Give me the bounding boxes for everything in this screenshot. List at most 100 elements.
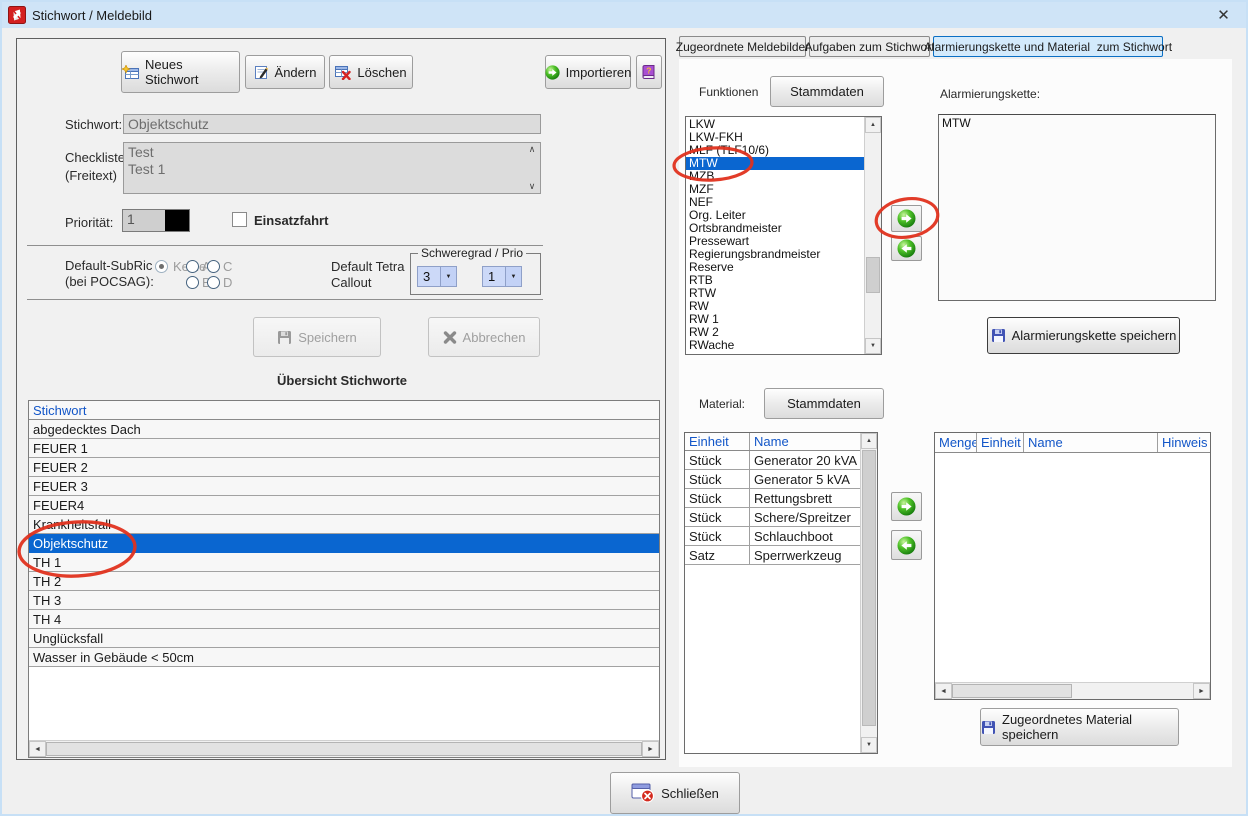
abbrechen-button[interactable]: Abbrechen: [428, 317, 540, 357]
speichern-button[interactable]: Speichern: [253, 317, 381, 357]
remove-material-button[interactable]: [891, 530, 922, 560]
funktionen-stammdaten-button[interactable]: Stammdaten: [770, 76, 884, 107]
scroll-up-icon[interactable]: ▲: [865, 117, 881, 133]
prioritaet-value: 1: [123, 210, 165, 231]
alarmierungskette-speichern-button[interactable]: Alarmierungskette speichern: [987, 317, 1180, 354]
stichwort-row[interactable]: TH 4: [29, 610, 659, 629]
prio-dropdown[interactable]: 1 ▼: [482, 266, 522, 287]
remove-from-alarmkette-button[interactable]: [891, 236, 922, 261]
schliessen-button[interactable]: Schließen: [610, 772, 740, 814]
stichwort-row[interactable]: abgedecktes Dach: [29, 420, 659, 439]
stichwort-hscrollbar[interactable]: ◄ ►: [29, 740, 659, 757]
zugeordnetes-material-speichern-button[interactable]: Zugeordnetes Material speichern: [980, 708, 1179, 746]
scroll-right-icon[interactable]: ►: [642, 741, 659, 757]
prioritaet-field[interactable]: 1: [122, 209, 190, 232]
tetra-label: Default Tetra: [331, 259, 404, 274]
add-to-alarmkette-button[interactable]: [891, 205, 922, 232]
radio-c[interactable]: [207, 260, 220, 273]
funktionen-vscrollbar[interactable]: ▲ ▼: [864, 117, 881, 354]
checkliste-sublabel: (Freitext): [65, 168, 117, 183]
stichwort-row[interactable]: Objektschutz: [29, 534, 659, 553]
assigned-material-hscrollbar[interactable]: ◄ ►: [935, 682, 1210, 699]
radio-b[interactable]: [186, 276, 199, 289]
help-button[interactable]: ?: [636, 55, 662, 89]
stichwort-row[interactable]: TH 3: [29, 591, 659, 610]
tetra-sublabel: Callout: [331, 275, 371, 290]
loeschen-button[interactable]: Löschen: [329, 55, 413, 89]
close-icon[interactable]: ✕: [1201, 2, 1246, 28]
scroll-down-icon[interactable]: ∨: [529, 181, 536, 192]
material-row[interactable]: StückSchere/Spreitzer: [685, 508, 860, 527]
radio-c-label: C: [223, 259, 232, 274]
tab-aufgaben-zum-stichwort[interactable]: Aufgaben zum Stichwort: [809, 36, 930, 57]
chevron-down-icon[interactable]: ▼: [505, 267, 521, 286]
green-arrow-right-icon: [897, 209, 916, 228]
column-header[interactable]: Name: [1024, 433, 1158, 452]
stichwort-input[interactable]: Objektschutz: [123, 114, 541, 134]
stichwort-panel: Neues Stichwort Ändern: [16, 38, 666, 760]
radio-a[interactable]: [186, 260, 199, 273]
tab-alarmierungskette-material[interactable]: Alarmierungskette und Material zum Stich…: [933, 36, 1163, 57]
stichwort-row[interactable]: FEUER 2: [29, 458, 659, 477]
scroll-up-icon[interactable]: ▲: [861, 433, 877, 449]
column-header[interactable]: Menge: [935, 433, 977, 452]
aendern-label: Ändern: [275, 65, 317, 80]
material-stammdaten-button[interactable]: Stammdaten: [764, 388, 884, 419]
divider: [27, 299, 543, 300]
scroll-up-icon[interactable]: ∧: [529, 144, 536, 155]
stichwort-row[interactable]: FEUER4: [29, 496, 659, 515]
scroll-left-icon[interactable]: ◄: [29, 741, 46, 757]
scroll-thumb[interactable]: [46, 742, 642, 756]
stichwort-row[interactable]: TH 1: [29, 553, 659, 572]
scroll-thumb[interactable]: [866, 257, 880, 293]
checkliste-scrollbar[interactable]: ∧ ∨: [524, 143, 540, 193]
stichwort-row[interactable]: TH 2: [29, 572, 659, 591]
scroll-thumb[interactable]: [862, 450, 876, 726]
schweregrad-dropdown[interactable]: 3 ▼: [417, 266, 457, 287]
column-header[interactable]: Einheit: [685, 433, 750, 450]
scroll-down-icon[interactable]: ▼: [865, 338, 881, 354]
stichwort-row[interactable]: FEUER 3: [29, 477, 659, 496]
funktion-item[interactable]: RWache: [686, 339, 864, 352]
column-header[interactable]: Name: [750, 433, 860, 450]
material-row[interactable]: StückGenerator 5 kVA: [685, 470, 860, 489]
scroll-down-icon[interactable]: ▼: [861, 737, 877, 753]
stichwort-label: Stichwort:: [65, 117, 122, 132]
scroll-left-icon[interactable]: ◄: [935, 683, 952, 699]
window-title: Stichwort / Meldebild: [32, 8, 152, 23]
material-row[interactable]: StückSchlauchboot: [685, 527, 860, 546]
add-material-button[interactable]: [891, 492, 922, 521]
radio-keine[interactable]: [155, 260, 168, 273]
chevron-down-icon[interactable]: ▼: [440, 267, 456, 286]
column-header[interactable]: Einheit: [977, 433, 1024, 452]
funktion-item[interactable]: RTW: [686, 287, 864, 300]
material-row[interactable]: SatzSperrwerkzeug: [685, 546, 860, 565]
column-header[interactable]: Hinweis: [1158, 433, 1210, 452]
neues-stichwort-button[interactable]: Neues Stichwort: [121, 51, 240, 93]
help-book-icon: ?: [641, 64, 657, 80]
aendern-button[interactable]: Ändern: [245, 55, 325, 89]
material-name: Schlauchboot: [750, 527, 860, 545]
schliessen-label: Schließen: [661, 786, 719, 801]
material-vscrollbar[interactable]: ▲ ▼: [860, 433, 877, 753]
stichwort-column-header[interactable]: Stichwort: [29, 401, 659, 420]
importieren-button[interactable]: Importieren: [545, 55, 631, 89]
einsatzfahrt-checkbox[interactable]: [232, 212, 247, 227]
material-row[interactable]: StückRettungsbrett: [685, 489, 860, 508]
material-row[interactable]: StückGenerator 20 kVA: [685, 451, 860, 470]
scroll-thumb[interactable]: [952, 684, 1072, 698]
stichwort-row[interactable]: Krankheitsfall: [29, 515, 659, 534]
scroll-right-icon[interactable]: ►: [1193, 683, 1210, 699]
radio-d[interactable]: [207, 276, 220, 289]
funktionen-listbox: LKWLKW-FKHMLF (TLF10/6)MTWMZBMZFNEFOrg. …: [685, 116, 882, 355]
assigned-material-table: Menge Einheit Name Hinweis ◄ ►: [934, 432, 1211, 700]
material-name: Sperrwerkzeug: [750, 546, 860, 564]
stichwort-row[interactable]: FEUER 1: [29, 439, 659, 458]
tab-zugeordnete-meldebilder[interactable]: Zugeordnete Meldebilder: [679, 36, 806, 57]
prioritaet-color-swatch[interactable]: [165, 210, 189, 231]
checkliste-label: Checkliste:: [65, 150, 129, 165]
alarmkette-item[interactable]: MTW: [939, 116, 1215, 130]
stichwort-row[interactable]: Unglücksfall: [29, 629, 659, 648]
stichwort-row[interactable]: Wasser in Gebäude < 50cm: [29, 648, 659, 667]
checkliste-textarea[interactable]: Test Test 1: [123, 142, 541, 194]
